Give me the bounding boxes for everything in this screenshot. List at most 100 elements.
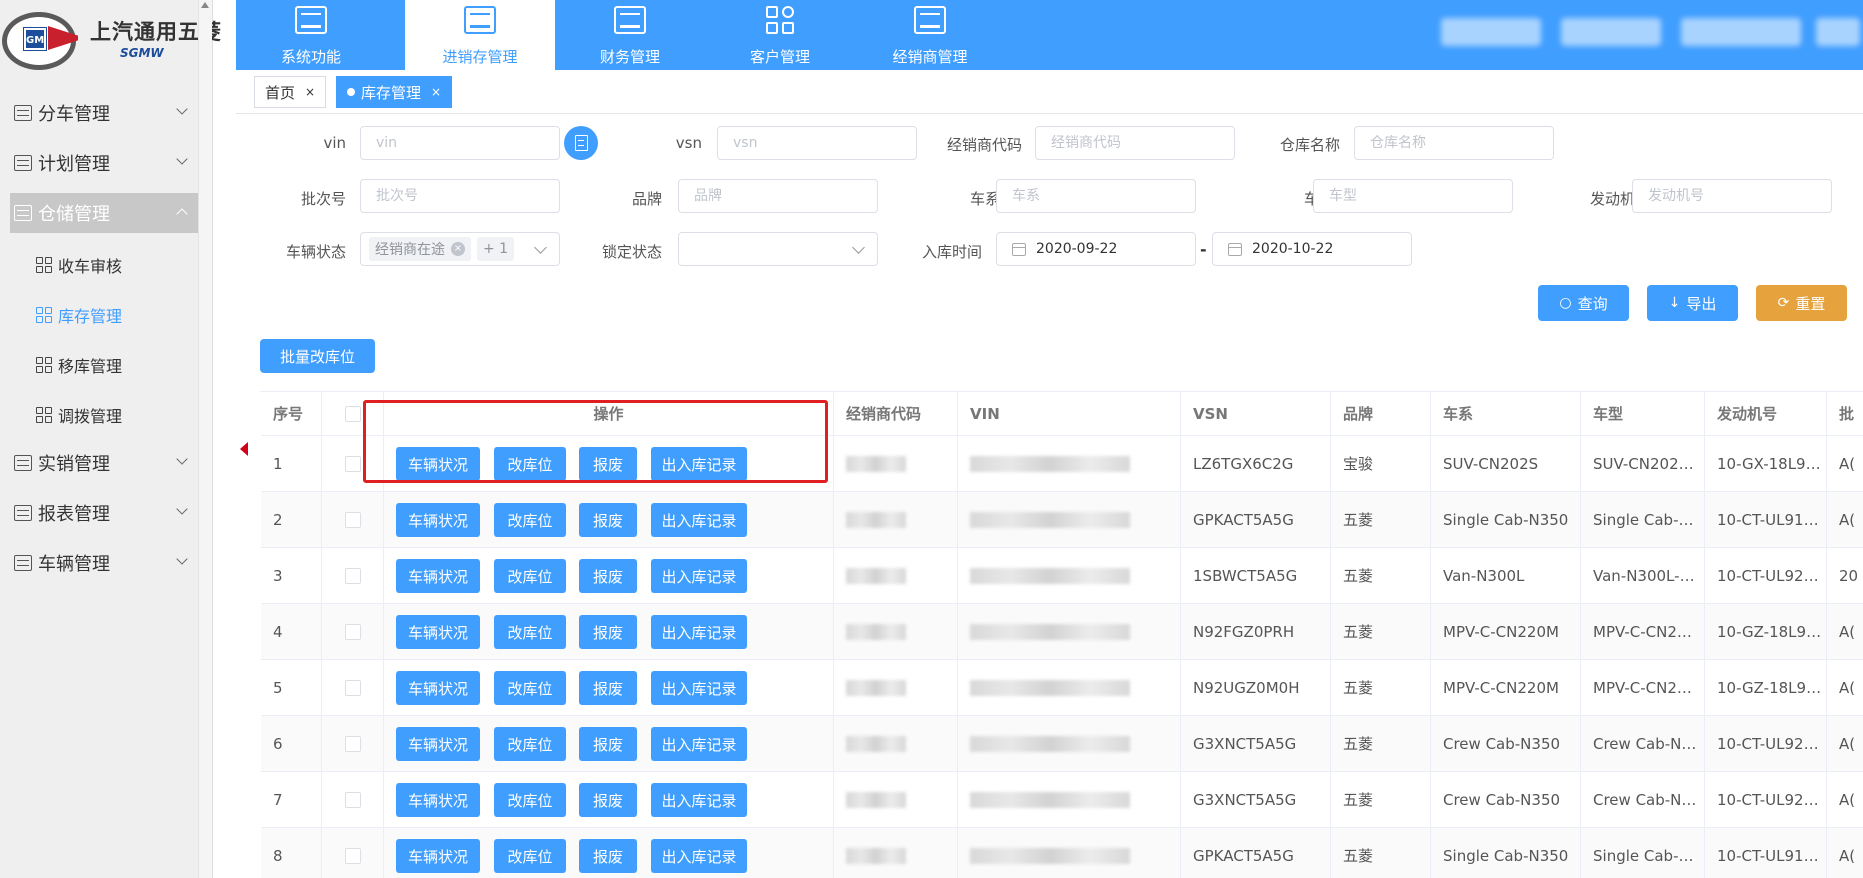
menu-item-sales[interactable]: 实销管理 — [10, 443, 200, 483]
vehicle-condition-button[interactable]: 车辆状况 — [396, 727, 480, 761]
change-location-button[interactable]: 改库位 — [494, 839, 566, 873]
vehicle-status-select[interactable]: 经销商在途 × + 1 — [360, 232, 560, 266]
batch-move-button[interactable]: 批量改库位 — [260, 339, 375, 373]
tab-dealers[interactable]: 经销商管理 — [855, 0, 1005, 70]
tag-close-icon[interactable]: × — [451, 242, 465, 256]
scrap-button[interactable]: 报废 — [579, 671, 637, 705]
row-checkbox[interactable] — [345, 567, 361, 584]
row-checkbox[interactable] — [345, 735, 361, 752]
page-tab-home[interactable]: 首页 × — [254, 76, 327, 108]
scrap-button[interactable]: 报废 — [579, 615, 637, 649]
select-all-checkbox[interactable] — [345, 405, 361, 422]
table-row[interactable]: 3 车辆状况 改库位 报废 出入库记录 1SBWCT5A5G 五菱 Van-N300L Van-… — [261, 548, 1863, 604]
in-out-records-button[interactable]: 出入库记录 — [651, 615, 747, 649]
row-checkbox[interactable] — [345, 623, 361, 640]
row-checkbox[interactable] — [345, 679, 361, 696]
vehicle-condition-button[interactable]: 车辆状况 — [396, 615, 480, 649]
engine-input-field[interactable] — [1648, 188, 1816, 204]
menu-item-plan[interactable]: 计划管理 — [10, 143, 200, 183]
in-out-records-button[interactable]: 出入库记录 — [651, 671, 747, 705]
export-button[interactable]: ↓ 导出 — [1647, 285, 1738, 321]
scrap-button[interactable]: 报废 — [579, 447, 637, 481]
scrap-button[interactable]: 报废 — [579, 783, 637, 817]
tab-customers[interactable]: 客户管理 — [705, 0, 855, 70]
inbound-end-date[interactable]: 2020-10-22 — [1212, 232, 1412, 266]
in-out-records-button[interactable]: 出入库记录 — [651, 503, 747, 537]
table-row[interactable]: 4 车辆状况 改库位 报废 出入库记录 N92FGZ0PRH 五菱 MPV-C-CN220M M… — [261, 604, 1863, 660]
row-checkbox[interactable] — [345, 511, 361, 528]
vehicle-condition-button[interactable]: 车辆状况 — [396, 783, 480, 817]
vehicle-condition-button[interactable]: 车辆状况 — [396, 671, 480, 705]
scrap-button[interactable]: 报废 — [579, 727, 637, 761]
table-row[interactable]: 1 车辆状况 改库位 报废 出入库记录 LZ6TGX6C2G 宝骏 SUV-CN202S SUV… — [261, 436, 1863, 492]
page-tab-inventory[interactable]: 库存管理 × — [336, 76, 453, 108]
vin-input-field[interactable] — [376, 135, 544, 151]
dealer-code-input-field[interactable] — [1051, 135, 1219, 151]
change-location-button[interactable]: 改库位 — [494, 783, 566, 817]
table-row[interactable]: 7 车辆状况 改库位 报废 出入库记录 G3XNCT5A5G 五菱 Crew Cab-N350… — [261, 772, 1863, 828]
warehouse-input[interactable] — [1354, 126, 1554, 160]
brand-logo[interactable]: GM 上汽通用五菱 SGMW — [0, 6, 221, 72]
scrap-button[interactable]: 报废 — [579, 839, 637, 873]
tab-finance[interactable]: 财务管理 — [555, 0, 705, 70]
brand-input-field[interactable] — [694, 188, 862, 204]
submenu-item-inventory[interactable]: 库存管理 — [36, 297, 196, 333]
series-input[interactable] — [996, 179, 1196, 213]
change-location-button[interactable]: 改库位 — [494, 559, 566, 593]
close-icon[interactable]: × — [305, 85, 315, 99]
menu-item-vehicles[interactable]: 车辆管理 — [10, 543, 200, 583]
menu-item-reports[interactable]: 报表管理 — [10, 493, 200, 533]
dealer-code-input[interactable] — [1035, 126, 1235, 160]
in-out-records-button[interactable]: 出入库记录 — [651, 447, 747, 481]
close-icon[interactable]: × — [431, 85, 441, 99]
menu-item-fenche[interactable]: 分车管理 — [10, 93, 200, 133]
table-row[interactable]: 8 车辆状况 改库位 报废 出入库记录 GPKACT5A5G 五菱 Single Cab-N3… — [261, 828, 1863, 878]
inbound-start-date[interactable]: 2020-09-22 — [996, 232, 1196, 266]
reset-button[interactable]: ⟳ 重置 — [1756, 285, 1847, 321]
series-input-field[interactable] — [1012, 188, 1180, 204]
engine-input[interactable] — [1632, 179, 1832, 213]
query-button[interactable]: ○ 查询 — [1538, 285, 1629, 321]
vsn-input[interactable] — [717, 126, 917, 160]
menu-item-warehouse[interactable]: 仓储管理 — [10, 193, 200, 233]
sidebar-scrollbar[interactable] — [198, 0, 212, 878]
in-out-records-button[interactable]: 出入库记录 — [651, 727, 747, 761]
submenu-item-receive-review[interactable]: 收车审核 — [36, 247, 196, 283]
tab-inventory-management[interactable]: 进销存管理 — [405, 0, 555, 70]
change-location-button[interactable]: 改库位 — [494, 671, 566, 705]
vin-input[interactable] — [360, 126, 560, 160]
batch-input[interactable] — [360, 179, 560, 213]
sidebar-collapse-handle[interactable] — [236, 434, 250, 464]
in-out-records-button[interactable]: 出入库记录 — [651, 559, 747, 593]
vsn-input-field[interactable] — [733, 135, 901, 151]
vehicle-condition-button[interactable]: 车辆状况 — [396, 503, 480, 537]
vehicle-condition-button[interactable]: 车辆状况 — [396, 447, 480, 481]
change-location-button[interactable]: 改库位 — [494, 727, 566, 761]
change-location-button[interactable]: 改库位 — [494, 615, 566, 649]
in-out-records-button[interactable]: 出入库记录 — [651, 839, 747, 873]
scrap-button[interactable]: 报废 — [579, 559, 637, 593]
change-location-button[interactable]: 改库位 — [494, 503, 566, 537]
vehicle-condition-button[interactable]: 车辆状况 — [396, 839, 480, 873]
brand-input[interactable] — [678, 179, 878, 213]
tab-system[interactable]: 系统功能 — [236, 0, 386, 70]
warehouse-input-field[interactable] — [1370, 135, 1538, 151]
in-out-records-button[interactable]: 出入库记录 — [651, 783, 747, 817]
batch-input-field[interactable] — [376, 188, 544, 204]
scroll-up-arrow-icon[interactable] — [201, 2, 209, 8]
table-row[interactable]: 2 车辆状况 改库位 报废 出入库记录 GPKACT5A5G 五菱 Single Cab-N3… — [261, 492, 1863, 548]
submenu-item-transfer[interactable]: 移库管理 — [36, 347, 196, 383]
table-row[interactable]: 6 车辆状况 改库位 报废 出入库记录 G3XNCT5A5G 五菱 Crew Cab-N350… — [261, 716, 1863, 772]
submenu-item-allocation[interactable]: 调拨管理 — [36, 397, 196, 433]
row-checkbox[interactable] — [345, 455, 361, 472]
table-row[interactable]: 5 车辆状况 改库位 报废 出入库记录 N92UGZ0M0H 五菱 MPV-C-CN220M M… — [261, 660, 1863, 716]
model-input[interactable] — [1313, 179, 1513, 213]
vehicle-condition-button[interactable]: 车辆状况 — [396, 559, 480, 593]
change-location-button[interactable]: 改库位 — [494, 447, 566, 481]
lock-status-select[interactable] — [678, 232, 878, 266]
row-checkbox[interactable] — [345, 847, 361, 864]
scrap-button[interactable]: 报废 — [579, 503, 637, 537]
model-input-field[interactable] — [1329, 188, 1497, 204]
vin-document-button[interactable] — [564, 126, 598, 160]
row-checkbox[interactable] — [345, 791, 361, 808]
